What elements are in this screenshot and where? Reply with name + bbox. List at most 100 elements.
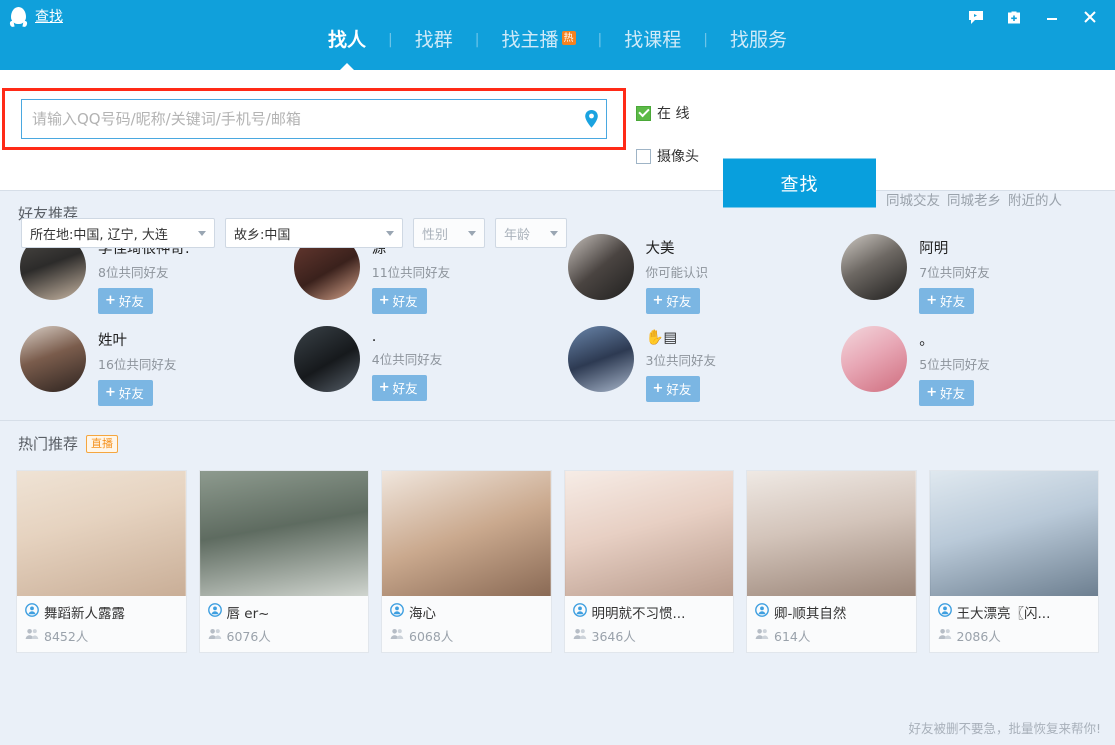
filter-age[interactable]: 年龄 xyxy=(495,218,567,248)
friend-mutual: 7位共同好友 xyxy=(919,265,990,280)
live-anchor-name-row: 明明就不习惯... xyxy=(572,602,726,622)
filter-gender-value: 性别 xyxy=(422,227,449,243)
search-field[interactable] xyxy=(21,99,607,139)
chevron-down-icon xyxy=(386,230,394,236)
add-friend-button[interactable]: + 好友 xyxy=(371,288,427,314)
live-card[interactable]: 王大漂亮〖闪... 2086人 xyxy=(928,470,1099,653)
avatar[interactable] xyxy=(841,234,908,300)
tab-label: 找人 xyxy=(328,29,367,51)
avatar[interactable] xyxy=(293,326,360,392)
checkbox-online[interactable]: 在 线 xyxy=(636,100,699,126)
anchor-avatar-icon xyxy=(25,603,39,621)
tab-find-anchors[interactable]: 找主播热 xyxy=(479,26,597,54)
live-meta: 卿-顺其自然 614人 xyxy=(747,596,916,652)
friend-name: 阿明 xyxy=(919,241,949,257)
add-friend-button[interactable]: + 好友 xyxy=(645,376,701,402)
viewers-icon xyxy=(25,628,39,643)
live-thumbnail[interactable] xyxy=(747,471,916,596)
friend-mutual: 8位共同好友 xyxy=(98,265,169,280)
friend-mutual: 3位共同好友 xyxy=(645,353,716,368)
tab-find-people[interactable]: 找人 xyxy=(306,26,388,72)
avatar[interactable] xyxy=(841,326,908,392)
friend-info: . 4位共同好友 + 好友 xyxy=(371,326,443,401)
add-friend-button[interactable]: + 好友 xyxy=(645,288,701,314)
live-anchor-name-row: 唇 er~ xyxy=(207,602,361,622)
live-card[interactable]: 唇 er~ 6076人 xyxy=(198,470,369,653)
live-meta: 唇 er~ 6076人 xyxy=(200,596,369,652)
friend-mutual: 4位共同好友 xyxy=(371,352,443,367)
add-friend-button[interactable]: + 好友 xyxy=(371,375,427,401)
avatar[interactable] xyxy=(567,326,634,392)
checkbox-online-box[interactable] xyxy=(636,105,651,121)
friend-card[interactable]: 。 5位共同好友 + 好友 xyxy=(831,326,1105,406)
quick-link-local-friends[interactable]: 同城交友 xyxy=(886,189,940,209)
avatar[interactable] xyxy=(20,326,86,392)
search-submit-button[interactable]: 查找 xyxy=(723,158,876,208)
live-card[interactable]: 卿-顺其自然 614人 xyxy=(746,470,917,653)
friend-card[interactable]: 大美 你可能认识 + 好友 xyxy=(558,234,832,314)
find-window: 查找 找人 | 找群 | 找主播 热 | 找课程 | 找服务 请输入QQ号码/昵… xyxy=(0,0,1115,745)
plus-icon: + xyxy=(926,385,938,400)
live-viewer-row: 2086人 xyxy=(938,626,1091,645)
live-meta: 海心 6068人 xyxy=(382,596,551,652)
friend-mutual: 16位共同好友 xyxy=(98,357,177,372)
tab-label: 找主播 xyxy=(501,29,559,51)
plus-icon: + xyxy=(378,293,390,308)
checkbox-camera-label: 摄像头 xyxy=(657,149,699,165)
filter-gender[interactable]: 性别 xyxy=(413,218,485,248)
add-friend-label: 好友 xyxy=(118,294,144,309)
checkbox-online-label: 在 线 xyxy=(657,106,690,122)
live-anchor-name: 海心 xyxy=(409,606,436,622)
add-friend-button[interactable]: + 好友 xyxy=(919,288,975,314)
live-thumbnail[interactable] xyxy=(564,471,733,596)
hot-badge: 热 xyxy=(561,31,576,45)
friend-card[interactable]: 姓叶 16位共同好友 + 好友 xyxy=(10,326,284,406)
filter-hometown[interactable]: 故乡:中国 xyxy=(225,218,403,248)
tab-label: 找服务 xyxy=(729,29,787,51)
friend-card[interactable]: ✋▤ 3位共同好友 + 好友 xyxy=(558,326,832,406)
checkbox-camera[interactable]: 摄像头 xyxy=(636,143,699,169)
live-thumbnail[interactable] xyxy=(17,471,186,596)
plus-icon: + xyxy=(378,380,390,395)
avatar[interactable] xyxy=(567,234,634,300)
live-viewer-row: 3646人 xyxy=(573,626,726,645)
friend-card[interactable]: 阿明 7位共同好友 + 好友 xyxy=(831,234,1105,314)
search-input[interactable] xyxy=(22,100,576,138)
live-card[interactable]: 海心 6068人 xyxy=(381,470,552,653)
add-friend-button[interactable]: + 好友 xyxy=(919,380,975,406)
viewers-icon xyxy=(208,628,222,643)
window-brand: 查找 xyxy=(9,7,63,28)
live-viewer-count: 3646人 xyxy=(591,629,636,644)
filter-age-value: 年龄 xyxy=(504,227,531,243)
add-friend-label: 好友 xyxy=(940,294,966,309)
live-badge: 直播 xyxy=(86,434,119,453)
live-card[interactable]: 舞蹈新人露露 8452人 xyxy=(16,470,187,653)
live-thumbnail[interactable] xyxy=(929,471,1098,596)
chevron-down-icon xyxy=(550,230,558,236)
tab-label: 找群 xyxy=(414,29,453,51)
viewers-icon xyxy=(573,628,587,643)
checkbox-camera-box[interactable] xyxy=(636,148,651,164)
tab-find-groups[interactable]: 找群 xyxy=(393,26,475,54)
live-thumbnail[interactable] xyxy=(199,471,368,596)
friend-card[interactable]: . 4位共同好友 + 好友 xyxy=(284,326,558,406)
tab-bar: 找人 | 找群 | 找主播热 | 找课程 | 找服务 xyxy=(0,26,1115,72)
add-friend-button[interactable]: + 好友 xyxy=(98,288,153,314)
tab-find-services[interactable]: 找服务 xyxy=(708,26,809,54)
add-friend-button[interactable]: + 好友 xyxy=(98,380,153,406)
filter-location[interactable]: 所在地:中国, 辽宁, 大连 xyxy=(21,218,215,248)
anchor-avatar-icon xyxy=(572,603,587,621)
live-thumbnail[interactable] xyxy=(382,471,551,596)
anchor-avatar-icon xyxy=(755,603,769,621)
quick-link-nearby-people[interactable]: 附近的人 xyxy=(1008,189,1062,209)
friend-info: 姓叶 16位共同好友 + 好友 xyxy=(98,326,176,406)
friend-mutual: 你可能认识 xyxy=(645,265,709,280)
search-checkboxes: 在 线 摄像头 xyxy=(636,100,699,169)
tab-find-courses[interactable]: 找课程 xyxy=(602,26,703,54)
live-section-title: 热门推荐 xyxy=(18,435,79,453)
live-viewer-row: 8452人 xyxy=(25,626,178,645)
quick-link-local-fellows[interactable]: 同城老乡 xyxy=(947,189,1001,209)
location-pin-icon[interactable] xyxy=(576,109,606,129)
live-card[interactable]: 明明就不习惯... 3646人 xyxy=(563,470,734,653)
live-anchor-name: 舞蹈新人露露 xyxy=(44,606,125,622)
